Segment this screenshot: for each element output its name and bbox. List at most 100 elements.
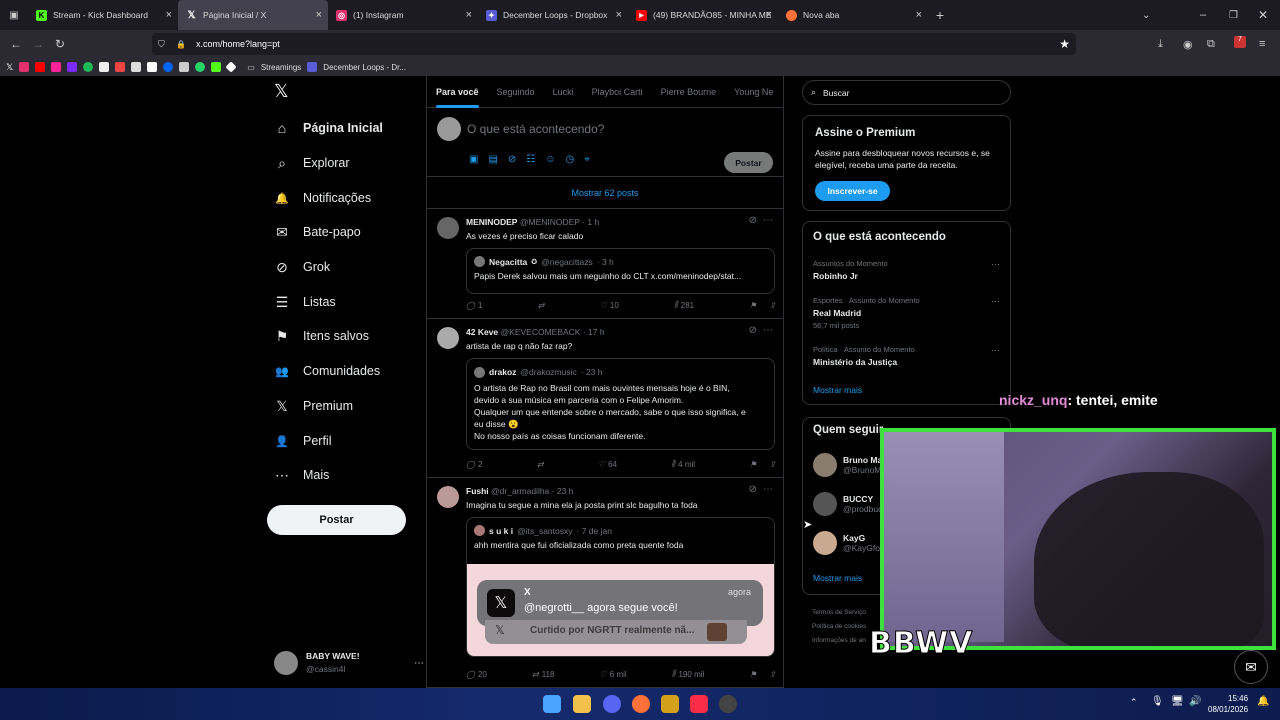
follow-show-more[interactable]: Mostrar mais <box>813 573 862 583</box>
more-icon[interactable]: ⋯ <box>763 325 773 336</box>
trend-item[interactable]: Assuntos do Momento Robinho Jr <box>813 259 888 281</box>
nav-item-communities[interactable]: 👥 Comunidades <box>274 363 380 379</box>
gif-icon[interactable]: ▤ <box>488 154 497 165</box>
more-icon[interactable]: ⋯ <box>991 259 1000 270</box>
retweet-button[interactable]: ⇄ <box>538 300 545 310</box>
nav-item-explore[interactable]: ⌕ Explorar <box>274 155 349 171</box>
volume-icon[interactable]: 🔊 <box>1189 696 1201 707</box>
app-icon[interactable] <box>661 695 679 713</box>
compose-post-button[interactable]: Postar <box>724 152 773 173</box>
tab-new[interactable]: Nova aba × <box>778 0 928 30</box>
downloads-icon[interactable]: ⤓ <box>1158 38 1163 51</box>
bookmark-icon-5[interactable] <box>83 62 94 72</box>
views-button[interactable]: ⫼ 4 mil <box>671 459 695 469</box>
obs-icon[interactable] <box>719 695 737 713</box>
twitch-bookmark-icon[interactable] <box>67 62 78 72</box>
retweet-button[interactable]: ⇄ 118 <box>532 669 554 679</box>
extension-badge-icon[interactable]: 7 <box>1234 36 1246 48</box>
tab-playboi-carti[interactable]: Playboi Carti <box>583 87 652 97</box>
avatar[interactable] <box>437 327 459 349</box>
subscribe-button[interactable]: Inscrever-se <box>815 181 890 201</box>
emoji-icon[interactable]: ☺ <box>545 154 555 165</box>
bookmark-icon-7[interactable] <box>115 62 126 72</box>
tab-for-you[interactable]: Para você <box>427 87 488 108</box>
gmail-bookmark-icon[interactable] <box>99 62 110 72</box>
discord-icon[interactable] <box>603 695 621 713</box>
location-icon[interactable]: ⌖ <box>584 154 590 165</box>
tab-overview-icon[interactable]: ▣ <box>0 10 28 21</box>
search-input[interactable]: ⌕ Buscar <box>802 80 1011 105</box>
account-switcher[interactable]: BABY WAVE! @cassin4l ⋯ <box>274 648 424 678</box>
grok-icon[interactable]: ⊘ <box>749 215 757 226</box>
tab-kick[interactable]: K Stream - Kick Dashboard × <box>28 0 178 30</box>
bookmark-icon-9[interactable] <box>147 62 158 72</box>
share-icon[interactable]: ⇪ <box>769 460 776 469</box>
follow-suggestion[interactable]: KayG @KayGfo <box>813 531 880 555</box>
bookmark-icon[interactable]: ⚑ <box>749 301 756 310</box>
close-icon[interactable]: × <box>466 9 472 21</box>
youtube-bookmark-icon[interactable] <box>35 62 46 72</box>
bookmark-icon-3[interactable] <box>51 62 62 72</box>
music-icon[interactable] <box>690 695 708 713</box>
bookmark-icon-14[interactable] <box>225 61 237 73</box>
tab-dropbox[interactable]: ✦ December Loops - Dropbox × <box>478 0 628 30</box>
bookmark-icon[interactable]: ⚑ <box>749 460 756 469</box>
bookmark-icon-11[interactable] <box>179 62 190 72</box>
reply-button[interactable]: ◯ 2 <box>466 459 482 469</box>
firefox-icon[interactable] <box>632 695 650 713</box>
follow-suggestion[interactable]: BUCCY @prodbuc <box>813 492 882 516</box>
account-icon[interactable]: ◉ <box>1183 38 1193 51</box>
tab-x[interactable]: 𝕏 Página Inicial / X × <box>178 0 328 30</box>
forward-icon[interactable]: → <box>27 37 49 51</box>
nav-item-chat[interactable]: ✉ Bate-papo <box>274 224 361 240</box>
bookmark-december-loops[interactable]: December Loops - Dr... <box>323 63 406 72</box>
x-logo-icon[interactable]: 𝕏 <box>274 81 289 102</box>
bookmark-icon-8[interactable] <box>131 62 142 72</box>
tray-chevron-icon[interactable]: ⌃ <box>1130 697 1138 708</box>
tab-young-ne[interactable]: Young Ne <box>725 87 782 97</box>
file-explorer-icon[interactable] <box>573 695 591 713</box>
grok-icon[interactable]: ⊘ <box>749 325 757 336</box>
bookmark-streamings[interactable]: Streamings <box>261 63 301 72</box>
quoted-tweet[interactable]: drakoz @drakozmusic · 23 h O artista de Ra… <box>466 358 775 450</box>
tab-instagram[interactable]: ◎ (1) Instagram × <box>328 0 478 30</box>
tab-following[interactable]: Seguindo <box>488 87 544 97</box>
url-field[interactable]: ⛉ 🔒 x.com/home?lang=pt ★ <box>152 33 1076 55</box>
more-icon[interactable]: ⋯ <box>991 345 1000 356</box>
x-bookmark-icon[interactable]: 𝕏 <box>6 62 13 73</box>
menu-icon[interactable]: ≡ <box>1259 38 1265 50</box>
nav-item-home[interactable]: ⌂ Página Inicial <box>274 120 383 136</box>
tweet[interactable]: 42 Keve @KEVECOMEBACK · 17 h ⊘ ⋯ artista… <box>427 319 783 478</box>
messages-drawer-button[interactable]: ✉ <box>1234 650 1268 684</box>
more-icon[interactable]: ⋯ <box>763 484 773 495</box>
more-icon[interactable]: ⋯ <box>414 658 424 669</box>
follow-suggestion[interactable]: Bruno Ma @BrunoM <box>813 453 882 477</box>
footer-link[interactable]: Política de cookies <box>812 620 866 634</box>
close-icon[interactable]: × <box>766 9 772 21</box>
retweet-button[interactable]: ⇄ <box>537 459 544 469</box>
grok-icon[interactable]: ⊘ <box>749 484 757 495</box>
like-button[interactable]: ♡ 6 mil <box>600 669 627 679</box>
kick-bookmark-icon[interactable] <box>211 62 222 72</box>
trend-item[interactable]: Esportes · Assunto do Momento Real Madrid… <box>813 296 920 330</box>
trend-item[interactable]: Política · Assunto do Momento Ministério … <box>813 345 915 367</box>
minimize-button[interactable]: – <box>1200 9 1206 21</box>
nav-item-lists[interactable]: ☰ Listas <box>274 294 336 310</box>
quoted-tweet[interactable]: Negacitta ✪ @negacittazs · 3 h Papis Derek … <box>466 248 775 294</box>
avatar[interactable] <box>437 486 459 508</box>
compose-input[interactable]: O que está acontecendo? <box>467 122 604 136</box>
microphone-icon[interactable]: 🎙 <box>1151 696 1164 707</box>
more-icon[interactable]: ⋯ <box>763 215 773 226</box>
share-icon[interactable]: ⇪ <box>769 301 776 310</box>
image-icon[interactable]: ▣ <box>469 154 478 165</box>
post-button[interactable]: Postar <box>267 505 406 535</box>
tab-lucki[interactable]: Lucki <box>544 87 583 97</box>
nav-item-premium[interactable]: 𝕏 Premium <box>274 398 353 414</box>
tweet[interactable]: MENINODEP @MENINODEP · 1 h ⊘ ⋯ As vezes … <box>427 209 783 319</box>
close-icon[interactable]: × <box>166 9 172 21</box>
like-button[interactable]: ♡ 64 <box>598 459 617 469</box>
nav-item-notifications[interactable]: 🔔 Notificações <box>274 190 371 206</box>
views-button[interactable]: ⫼ 190 mil <box>672 669 704 679</box>
footer-link[interactable]: Termos de Serviço <box>812 606 866 620</box>
schedule-icon[interactable]: ◷ <box>565 154 574 165</box>
